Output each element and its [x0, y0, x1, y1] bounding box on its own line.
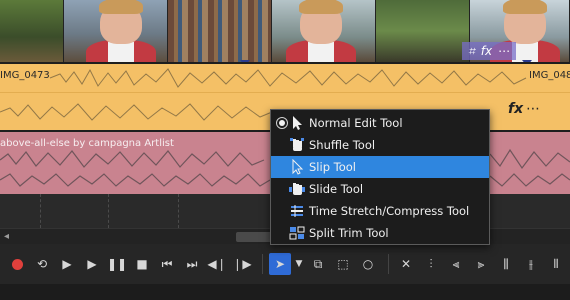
- hand-shuffle-icon: [290, 138, 304, 151]
- event-marker-icon: [522, 60, 532, 62]
- audio-fx-button[interactable]: fx: [508, 101, 523, 117]
- menu-item-normal-edit-tool[interactable]: Normal Edit Tool: [271, 112, 489, 134]
- loop-playback-button[interactable]: ⟲: [31, 253, 53, 275]
- hand-slide-icon: [289, 183, 305, 195]
- menu-item-label: Shuffle Tool: [309, 138, 376, 152]
- grid-line: [178, 194, 179, 228]
- video-thumbnail: [272, 0, 376, 62]
- toolbar-separator: [388, 254, 389, 274]
- video-thumbnail: [64, 0, 168, 62]
- menu-item-shuffle-tool[interactable]: Shuffle Tool: [271, 134, 489, 156]
- split-trim-icon: [289, 226, 305, 240]
- video-thumbnail: [376, 0, 470, 62]
- transport-toolbar: ⟲ ▶︎ ▶ ❚❚ ■ ⏮ ⏭ ◀❘ ❘▶ ➤ ▼ ⧉ ⬚ ○ ✕ ⫶ ⫷ ⫸ …: [0, 244, 570, 284]
- edit-tool-dropdown-icon[interactable]: ▼: [294, 253, 304, 275]
- menu-item-label: Split Trim Tool: [309, 226, 389, 240]
- previous-frame-button[interactable]: ◀❘: [206, 253, 228, 275]
- menu-item-slide-tool[interactable]: Slide Tool: [271, 178, 489, 200]
- edit-tool-menu: Normal Edit Tool Shuffle Tool Slip Tool …: [270, 109, 490, 245]
- menu-item-label: Slip Tool: [309, 160, 356, 174]
- trim-button[interactable]: ⫶: [420, 253, 442, 275]
- radio-selected-icon: [276, 117, 288, 129]
- grid-line: [40, 194, 41, 228]
- audio-event-img0473[interactable]: IMG_0473 IMG_048: [0, 64, 570, 92]
- vegas-timeline: ⌗ fx ⋯ IMG_0473 IMG_048 fx ⋯ above-all-e…: [0, 0, 570, 300]
- go-to-start-button[interactable]: ⏮: [156, 253, 178, 275]
- time-stretch-icon: [291, 205, 303, 217]
- menu-item-slip-tool[interactable]: Slip Tool: [271, 156, 489, 178]
- video-track-thumbnails[interactable]: ⌗ fx ⋯: [0, 0, 570, 62]
- menu-item-label: Normal Edit Tool: [309, 116, 403, 130]
- go-to-end-button[interactable]: ⏭: [181, 253, 203, 275]
- snap-button[interactable]: ⫲: [520, 253, 542, 275]
- auto-ripple-button[interactable]: ⫴: [545, 253, 567, 275]
- audio-waveform: [49, 68, 527, 88]
- crop-icon[interactable]: ⌗: [468, 44, 475, 59]
- record-button[interactable]: [6, 253, 28, 275]
- edit-tool-button[interactable]: ➤: [269, 253, 291, 275]
- video-thumbnail: [168, 0, 272, 62]
- scroll-left-arrow-icon[interactable]: ◂: [4, 231, 9, 242]
- event-marker-icon: [240, 60, 250, 62]
- play-from-start-button[interactable]: ▶︎: [56, 253, 78, 275]
- zoom-tool-button[interactable]: ○: [357, 253, 379, 275]
- stop-button[interactable]: ■: [131, 253, 153, 275]
- delete-button[interactable]: ✕: [395, 253, 417, 275]
- split-button[interactable]: ⫼: [495, 253, 517, 275]
- trim-start-button[interactable]: ⫷: [445, 253, 467, 275]
- next-frame-button[interactable]: ❘▶: [231, 253, 253, 275]
- trim-end-button[interactable]: ⫸: [470, 253, 492, 275]
- toolbar-separator: [262, 254, 263, 274]
- audio-more-options-button[interactable]: ⋯: [526, 101, 540, 117]
- envelope-tool-button[interactable]: ⧉: [307, 253, 329, 275]
- grid-line: [108, 194, 109, 228]
- menu-item-split-trim-tool[interactable]: Split Trim Tool: [271, 222, 489, 244]
- pause-button[interactable]: ❚❚: [106, 253, 128, 275]
- more-options-button[interactable]: ⋯: [498, 44, 510, 58]
- menu-item-time-stretch-tool[interactable]: Time Stretch/Compress Tool: [271, 200, 489, 222]
- play-button[interactable]: ▶: [81, 253, 103, 275]
- video-thumbnail: [0, 0, 64, 62]
- selection-tool-button[interactable]: ⬚: [332, 253, 354, 275]
- arrow-pointer-icon: [293, 116, 302, 130]
- fx-button[interactable]: fx: [481, 44, 492, 58]
- menu-item-label: Slide Tool: [309, 182, 364, 196]
- slip-pointer-icon: [292, 159, 304, 175]
- status-strip: [0, 284, 570, 300]
- video-event-controls: ⌗ fx ⋯: [462, 42, 517, 60]
- menu-item-label: Time Stretch/Compress Tool: [309, 204, 470, 218]
